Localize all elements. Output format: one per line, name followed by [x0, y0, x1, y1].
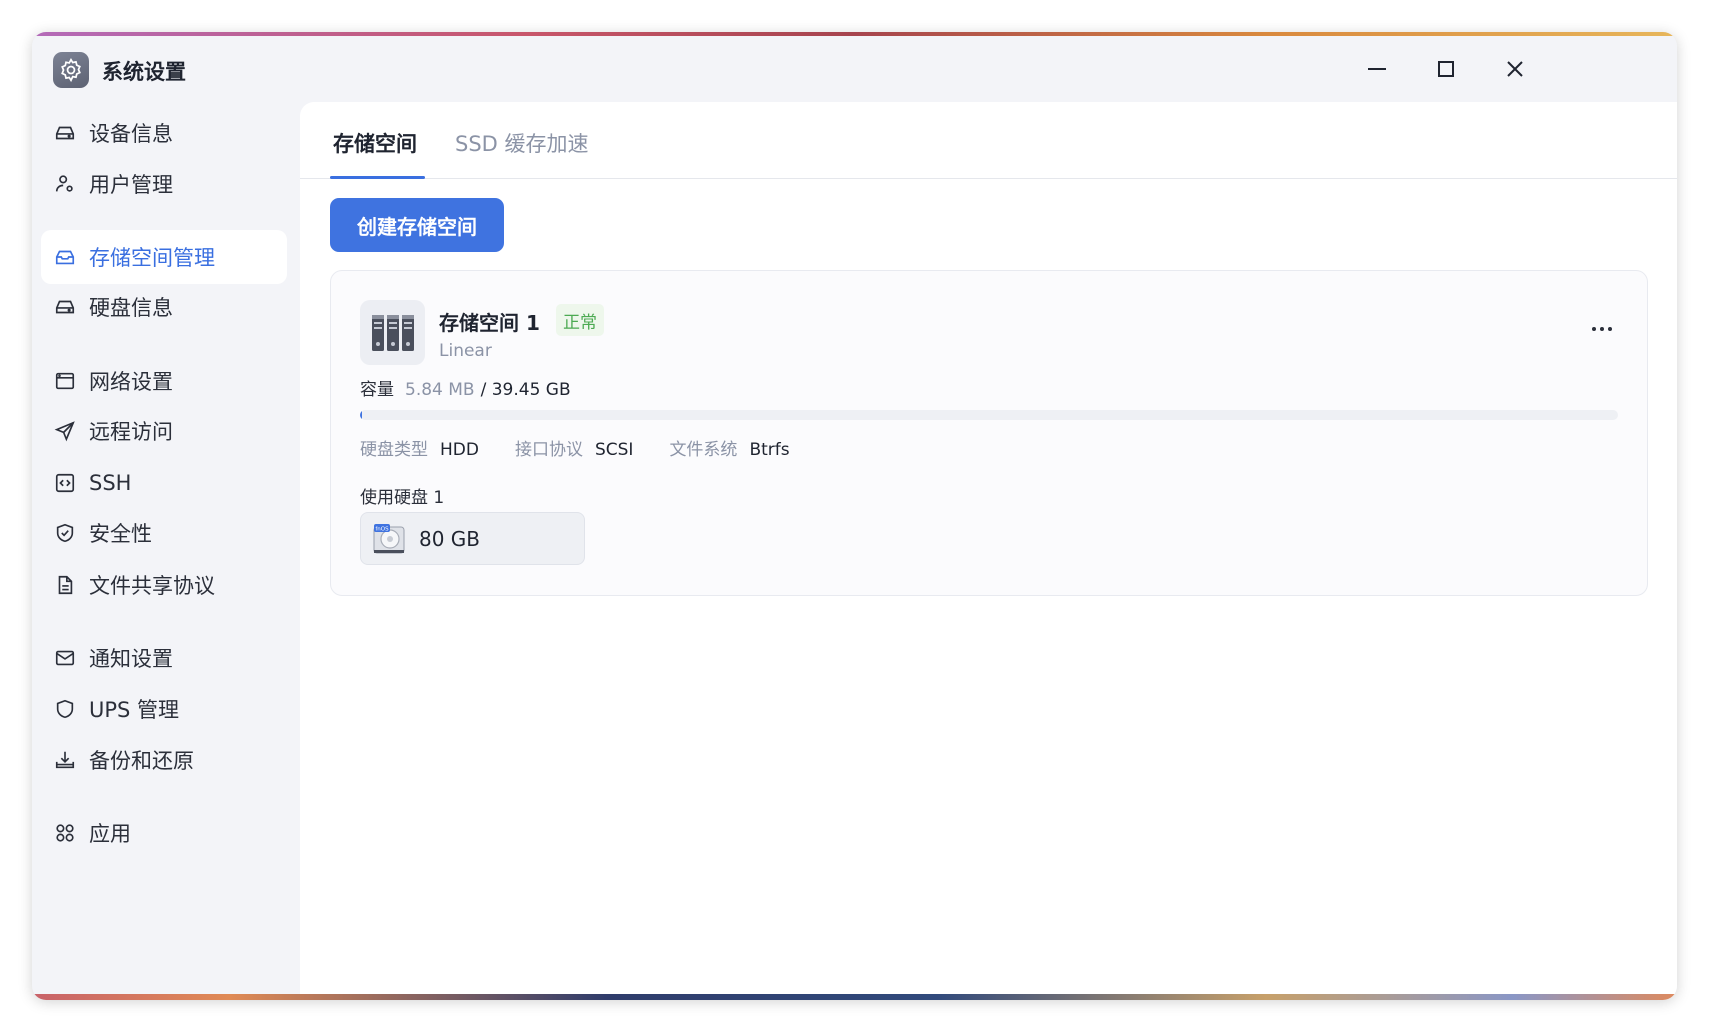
shield-icon — [53, 697, 77, 721]
capacity-progress-bar — [360, 410, 1618, 420]
sidebar-item-label: 安全性 — [89, 522, 152, 546]
tab-ssd-cache[interactable]: SSD 缓存加速 — [455, 128, 589, 158]
settings-window: 系统设置 设备信息 用户管理 存储空间管理 硬盘信息 网络设置 远程访问 SSH… — [32, 32, 1677, 1000]
user-gear-icon — [53, 172, 77, 196]
more-dots-icon — [1592, 327, 1612, 331]
storage-space-type: Linear — [439, 341, 492, 361]
tab-storage-space[interactable]: 存储空间 — [333, 128, 417, 158]
filesystem-value: Btrfs — [749, 440, 790, 460]
window-title: 系统设置 — [102, 60, 186, 84]
apps-grid-icon — [53, 821, 77, 845]
storage-meta-row: 硬盘类型 HDD 接口协议 SCSI 文件系统 Btrfs — [360, 435, 826, 460]
main-panel: 存储空间 SSD 缓存加速 创建存储空间 存储空间 1 正常 Linear 容量… — [300, 102, 1677, 1000]
sidebar-item-label: 设备信息 — [89, 122, 173, 146]
browser-window-icon — [53, 369, 77, 393]
capacity-row: 容量 5.84 MB / 39.45 GB — [360, 375, 571, 400]
disk-drive-icon: fnOS — [373, 523, 405, 553]
disk-chip[interactable]: fnOS 80 GB — [360, 512, 585, 565]
sidebar-item-disk-info[interactable]: 硬盘信息 — [41, 280, 287, 334]
mail-icon — [53, 646, 77, 670]
sidebar-item-label: 用户管理 — [89, 173, 173, 197]
sidebar-item-label: 备份和还原 — [89, 749, 194, 773]
disk-size: 80 GB — [419, 526, 481, 551]
sidebar-item-label: 应用 — [89, 822, 131, 846]
maximize-button[interactable] — [1428, 54, 1464, 84]
paper-plane-icon — [53, 419, 77, 443]
sidebar-item-label: 远程访问 — [89, 420, 173, 444]
sidebar-item-file-sharing[interactable]: 文件共享协议 — [41, 558, 287, 612]
close-button[interactable] — [1497, 54, 1533, 84]
document-icon — [53, 573, 77, 597]
create-storage-space-button[interactable]: 创建存储空间 — [330, 198, 504, 252]
status-badge: 正常 — [556, 304, 604, 336]
shield-check-icon — [53, 521, 77, 545]
sidebar-item-label: 存储空间管理 — [89, 246, 215, 270]
close-icon — [1507, 61, 1523, 77]
sidebar-item-label: 文件共享协议 — [89, 574, 215, 598]
sidebar-item-network-settings[interactable]: 网络设置 — [41, 354, 287, 408]
active-tab-indicator — [330, 176, 425, 179]
disks-used-label: 使用硬盘 1 — [360, 488, 445, 508]
sidebar-item-label: UPS 管理 — [89, 698, 180, 722]
drive-icon — [53, 121, 77, 145]
filesystem-label: 文件系统 — [669, 440, 738, 460]
code-box-icon — [53, 471, 77, 495]
sidebar-item-ssh[interactable]: SSH — [41, 456, 287, 510]
sidebar-item-label: SSH — [89, 471, 132, 495]
tab-bar: 存储空间 SSD 缓存加速 — [300, 102, 1677, 179]
hard-disk-icon — [53, 295, 77, 319]
sidebar-item-storage-management[interactable]: 存储空间管理 — [41, 230, 287, 284]
disk-type-value: HDD — [440, 440, 479, 460]
disk-brand-label: fnOS — [375, 526, 389, 532]
capacity-total: / 39.45 GB — [480, 380, 571, 400]
sidebar-item-notification-settings[interactable]: 通知设置 — [41, 631, 287, 685]
sidebar-item-security[interactable]: 安全性 — [41, 506, 287, 560]
maximize-icon — [1438, 61, 1454, 77]
sidebar-item-device-info[interactable]: 设备信息 — [41, 106, 287, 160]
sidebar-item-backup-restore[interactable]: 备份和还原 — [41, 733, 287, 787]
server-rack-icon — [360, 300, 425, 365]
sidebar: 设备信息 用户管理 存储空间管理 硬盘信息 网络设置 远程访问 SSH 安全性 … — [32, 98, 298, 1000]
interface-label: 接口协议 — [514, 440, 583, 460]
more-options-button[interactable] — [1587, 319, 1617, 339]
sidebar-item-ups-management[interactable]: UPS 管理 — [41, 682, 287, 736]
disk-type-label: 硬盘类型 — [360, 440, 428, 460]
capacity-progress-fill — [360, 410, 362, 420]
minimize-icon — [1368, 68, 1386, 70]
storage-space-card: 存储空间 1 正常 Linear 容量 5.84 MB / 39.45 GB 硬… — [330, 270, 1648, 596]
minimize-button[interactable] — [1359, 54, 1395, 84]
capacity-used: 5.84 MB — [405, 380, 475, 400]
sidebar-item-apps[interactable]: 应用 — [41, 806, 287, 860]
title-bar: 系统设置 — [32, 36, 1677, 98]
interface-value: SCSI — [594, 440, 634, 460]
storage-space-name: 存储空间 1 — [439, 311, 540, 335]
sidebar-item-remote-access[interactable]: 远程访问 — [41, 404, 287, 458]
sidebar-item-label: 网络设置 — [89, 370, 173, 394]
capacity-label: 容量 — [360, 380, 394, 400]
gear-icon — [53, 52, 89, 88]
sidebar-item-user-management[interactable]: 用户管理 — [41, 157, 287, 211]
sidebar-item-label: 硬盘信息 — [89, 296, 173, 320]
sidebar-item-label: 通知设置 — [89, 647, 173, 671]
storage-tray-icon — [53, 245, 77, 269]
download-tray-icon — [53, 748, 77, 772]
